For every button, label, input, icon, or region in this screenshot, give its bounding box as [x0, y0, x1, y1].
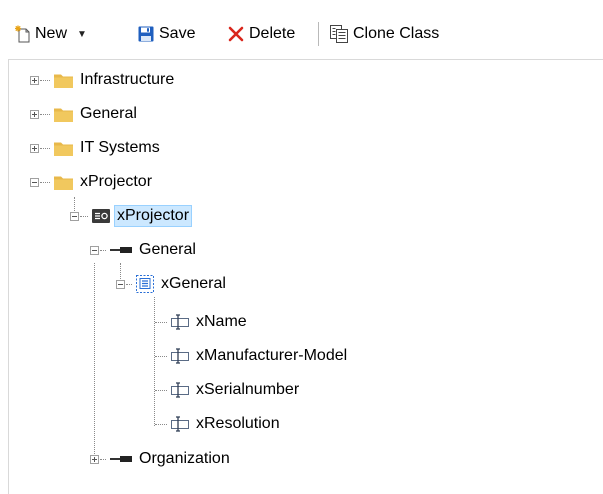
clone-icon	[330, 25, 348, 43]
save-label: Save	[159, 25, 196, 42]
tree-item-xmanufacturer-model[interactable]: xManufacturer-Model	[154, 343, 350, 369]
attribute-icon	[171, 382, 189, 398]
tree-item-label: xProjector	[114, 205, 193, 227]
expand-icon[interactable]	[30, 75, 39, 85]
folder-icon	[54, 108, 73, 122]
tree-item-label: Infrastructure	[80, 71, 175, 88]
collapse-icon[interactable]	[30, 177, 39, 187]
tree-connector	[94, 263, 95, 460]
tree-item-label: xProjector	[80, 173, 153, 190]
tree-item-label: xSerialnumber	[196, 381, 300, 398]
tree-item-label: IT Systems	[80, 139, 160, 156]
new-icon	[15, 25, 30, 43]
collapse-icon[interactable]	[70, 211, 79, 221]
tree-item-label: xResolution	[196, 415, 280, 432]
tree-item-xname[interactable]: xName	[154, 309, 250, 335]
tree-item-general-group[interactable]: General	[90, 237, 199, 263]
tree-item-xprojector-folder[interactable]: xProjector	[30, 169, 155, 195]
class-tree[interactable]: Infrastructure General IT Systems xProje…	[8, 59, 603, 494]
folder-icon	[54, 176, 73, 190]
collapse-icon[interactable]	[90, 245, 99, 255]
tree-item-xresolution[interactable]: xResolution	[154, 411, 283, 437]
group-icon	[110, 247, 132, 253]
attribute-icon	[171, 416, 189, 432]
chevron-down-icon[interactable]: ▼	[77, 29, 87, 40]
group-icon	[110, 456, 132, 462]
expand-icon[interactable]	[90, 454, 99, 464]
new-button[interactable]: New ▼	[14, 22, 87, 46]
class-icon	[92, 209, 110, 223]
tree-item-label: General	[139, 241, 196, 258]
save-icon	[138, 26, 154, 42]
folder-icon	[54, 142, 73, 156]
tree-item-label: General	[80, 105, 137, 122]
class-editor-window: New ▼ Save Delete Clone Class Infrastruc…	[0, 0, 603, 494]
new-label: New	[35, 25, 68, 42]
tree-item-label: xManufacturer-Model	[196, 347, 348, 364]
tree-item-xserialnumber[interactable]: xSerialnumber	[154, 377, 302, 403]
tree-item-infrastructure[interactable]: Infrastructure	[30, 67, 177, 93]
attribute-icon	[171, 314, 189, 330]
tree-item-xprojector-class[interactable]: xProjector	[70, 203, 193, 229]
toolbar: New ▼ Save Delete Clone Class	[0, 0, 603, 58]
tree-item-label: xGeneral	[161, 275, 226, 292]
attribute-icon	[171, 348, 189, 364]
tree-item-label: xName	[196, 313, 247, 330]
delete-label: Delete	[249, 25, 296, 42]
folder-icon	[54, 74, 73, 88]
delete-button[interactable]: Delete	[228, 22, 295, 46]
tree-item-label: Organization	[139, 450, 230, 467]
expand-icon[interactable]	[30, 143, 39, 153]
tree-item-general[interactable]: General	[30, 101, 140, 127]
tree-item-it-systems[interactable]: IT Systems	[30, 135, 163, 161]
delete-icon	[228, 26, 244, 42]
expand-icon[interactable]	[30, 109, 39, 119]
tree-item-xgeneral[interactable]: xGeneral	[116, 271, 229, 297]
clone-class-label: Clone Class	[353, 25, 440, 42]
clone-class-button[interactable]: Clone Class	[330, 22, 439, 46]
toolbar-separator	[318, 22, 319, 46]
save-button[interactable]: Save	[138, 22, 195, 46]
tree-item-organization[interactable]: Organization	[90, 446, 233, 472]
form-icon	[136, 275, 154, 293]
collapse-icon[interactable]	[116, 279, 125, 289]
